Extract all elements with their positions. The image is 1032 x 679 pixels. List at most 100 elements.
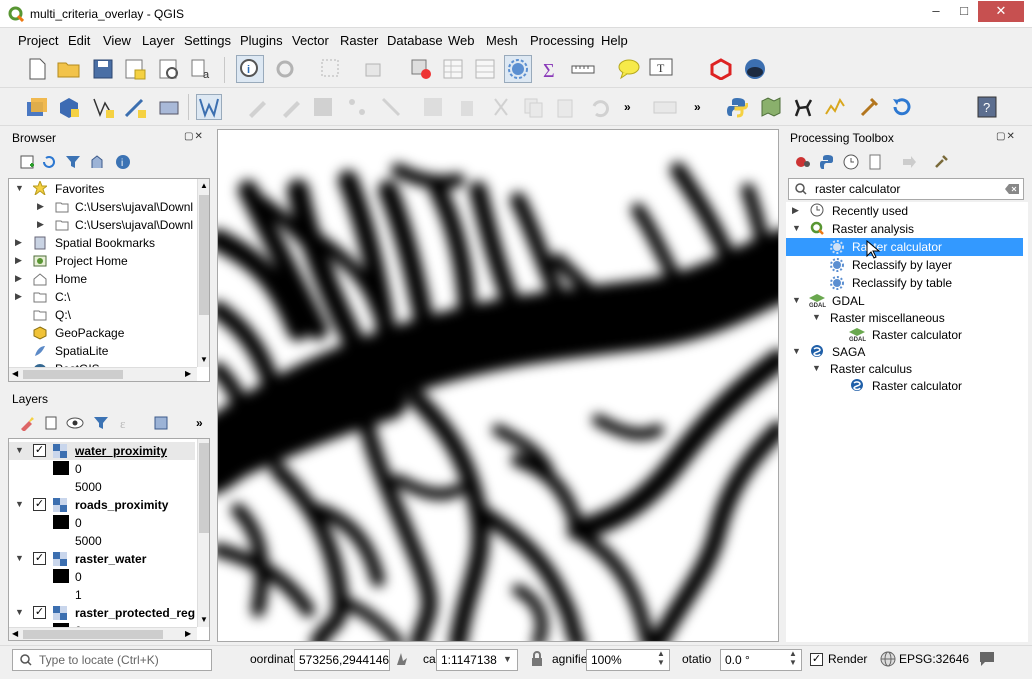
layer-visibility-checkbox[interactable]: ✓: [33, 606, 46, 619]
menu-project[interactable]: Project: [18, 33, 58, 48]
expand-arrow-icon[interactable]: ▼: [15, 183, 24, 193]
scroll-down-icon[interactable]: ▼: [200, 355, 208, 364]
properties-info-icon[interactable]: i: [110, 149, 136, 175]
edit-pencil-2-icon[interactable]: [278, 94, 304, 120]
expand-arrow-icon[interactable]: ▼: [15, 445, 24, 455]
more-layer-tools-icon[interactable]: »: [196, 416, 203, 430]
manage-visibility-icon[interactable]: [62, 410, 88, 436]
plugin-profile-icon[interactable]: [822, 94, 848, 120]
new-print-layout-icon[interactable]: [122, 56, 148, 82]
filter-icon[interactable]: [60, 149, 86, 175]
toolbox-item-reclassify-by-table[interactable]: Reclassify by table: [786, 274, 1028, 292]
menu-mesh[interactable]: Mesh: [486, 33, 518, 48]
attribute-table-icon[interactable]: [440, 56, 466, 82]
browser-item-project-home[interactable]: ▶ Project Home: [9, 252, 197, 270]
layer-item-raster-water[interactable]: ▼ ✓ raster_water: [9, 550, 195, 568]
menu-edit[interactable]: Edit: [68, 33, 90, 48]
copy-features-icon[interactable]: [520, 94, 546, 120]
expand-arrow-icon[interactable]: ▼: [792, 346, 801, 356]
browser-item-drive-q[interactable]: Q:\: [9, 306, 197, 324]
browser-horizontal-scrollbar[interactable]: ◀ ▶: [9, 367, 197, 381]
scroll-left-icon[interactable]: ◀: [12, 629, 18, 638]
clear-search-icon[interactable]: [1005, 184, 1019, 194]
maximize-button[interactable]: □: [950, 1, 978, 22]
expand-arrow-icon[interactable]: ▼: [15, 553, 24, 563]
browser-item-folder-1[interactable]: ▶ C:\Users\ujaval\Downl: [9, 198, 197, 216]
paste-features-icon[interactable]: [552, 94, 578, 120]
scroll-right-icon[interactable]: ▶: [185, 369, 191, 378]
field-calculator-icon[interactable]: [472, 56, 498, 82]
layout-manager-icon[interactable]: [156, 56, 182, 82]
layer-item-roads-proximity[interactable]: ▼ ✓ roads_proximity: [9, 496, 195, 514]
undo-icon[interactable]: [586, 94, 612, 120]
browser-item-geopackage[interactable]: GeoPackage: [9, 324, 197, 342]
deselect-all-icon[interactable]: [408, 56, 434, 82]
coordinate-field[interactable]: 573256,2944146: [294, 649, 390, 671]
menu-layer[interactable]: Layer: [142, 33, 175, 48]
scroll-left-icon[interactable]: ◀: [12, 369, 18, 378]
help-icon[interactable]: ?: [974, 94, 1000, 120]
delete-selected-icon[interactable]: [454, 94, 480, 120]
menu-view[interactable]: View: [103, 33, 131, 48]
browser-vertical-scrollbar[interactable]: ▲ ▼: [197, 179, 209, 367]
virtual-layer-icon[interactable]: [156, 94, 182, 120]
digitize-line-icon[interactable]: [122, 94, 148, 120]
plugin-refresh-icon[interactable]: [888, 94, 914, 120]
expand-arrow-icon[interactable]: ▼: [812, 312, 821, 322]
expand-arrow-icon[interactable]: ▶: [37, 219, 44, 230]
toggle-editing-icon[interactable]: [196, 94, 222, 120]
statistical-summary-icon[interactable]: Σ: [538, 56, 564, 82]
expand-arrow-icon[interactable]: ▼: [15, 607, 24, 617]
history-icon[interactable]: [838, 149, 864, 175]
plugin-globe-icon[interactable]: [742, 56, 768, 82]
run-feature-action-icon[interactable]: [272, 56, 298, 82]
new-project-icon[interactable]: [24, 56, 50, 82]
toolbox-item-saga[interactable]: ▼ SAGA: [786, 343, 1028, 361]
crs-globe-icon[interactable]: [880, 651, 896, 667]
map-canvas[interactable]: [217, 129, 779, 642]
panel-float-close-icon[interactable]: ▢✕: [184, 131, 204, 142]
toolbox-item-saga-raster-calculator[interactable]: Raster calculator: [786, 377, 1028, 395]
menu-database[interactable]: Database: [387, 33, 443, 48]
cut-features-icon[interactable]: [488, 94, 514, 120]
add-feature-icon[interactable]: [344, 94, 370, 120]
expand-arrow-icon[interactable]: ▶: [15, 273, 22, 284]
expand-arrow-icon[interactable]: ▶: [15, 255, 22, 266]
browser-item-home[interactable]: ▶ Home: [9, 270, 197, 288]
scale-combobox[interactable]: 1:1147138 ▼: [436, 649, 518, 671]
browser-item-spatial-bookmarks[interactable]: ▶ Spatial Bookmarks: [9, 234, 197, 252]
more-tools-chevron-2-icon[interactable]: »: [694, 100, 701, 114]
save-edits-icon[interactable]: [310, 94, 336, 120]
toolbox-item-recently-used[interactable]: ▶ Recently used: [786, 202, 1028, 220]
style-manager-icon[interactable]: a: [188, 56, 214, 82]
plugin-tool-icon[interactable]: [856, 94, 882, 120]
crs-label[interactable]: EPSG:32646: [899, 652, 969, 666]
expand-arrow-icon[interactable]: ▶: [37, 201, 44, 212]
toolbox-item-reclassify-by-layer[interactable]: Reclassify by layer: [786, 256, 1028, 274]
expand-arrow-icon[interactable]: ▶: [15, 291, 22, 302]
layer-visibility-checkbox[interactable]: ✓: [33, 552, 46, 565]
browser-item-drive-c[interactable]: ▶ C:\: [9, 288, 197, 306]
new-geopackage-icon[interactable]: [56, 94, 82, 120]
expand-all-icon[interactable]: [148, 410, 174, 436]
scroll-thumb[interactable]: [23, 630, 163, 639]
layer-visibility-checkbox[interactable]: ✓: [33, 498, 46, 511]
modify-attributes-icon[interactable]: [420, 94, 446, 120]
data-source-manager-icon[interactable]: [24, 94, 50, 120]
layer-visibility-checkbox[interactable]: ✓: [33, 444, 46, 457]
rotation-spinbox[interactable]: 0.0 ° ▲ ▼: [720, 649, 802, 671]
add-group-icon[interactable]: [38, 410, 64, 436]
select-features-icon[interactable]: [318, 56, 344, 82]
plugin-hexagon-icon[interactable]: [708, 56, 734, 82]
toggle-extents-icon[interactable]: [394, 651, 410, 667]
measure-line-icon[interactable]: [570, 56, 596, 82]
edit-pencil-icon[interactable]: [244, 94, 270, 120]
menu-vector[interactable]: Vector: [292, 33, 329, 48]
expand-arrow-icon[interactable]: ▼: [792, 295, 801, 305]
scroll-down-icon[interactable]: ▼: [200, 615, 208, 624]
select-by-value-icon[interactable]: [362, 56, 388, 82]
scroll-up-icon[interactable]: ▲: [200, 181, 208, 190]
results-viewer-icon[interactable]: [862, 149, 888, 175]
scroll-thumb[interactable]: [23, 370, 123, 379]
toolbox-item-raster-analysis[interactable]: ▼ Raster analysis: [786, 220, 1028, 238]
